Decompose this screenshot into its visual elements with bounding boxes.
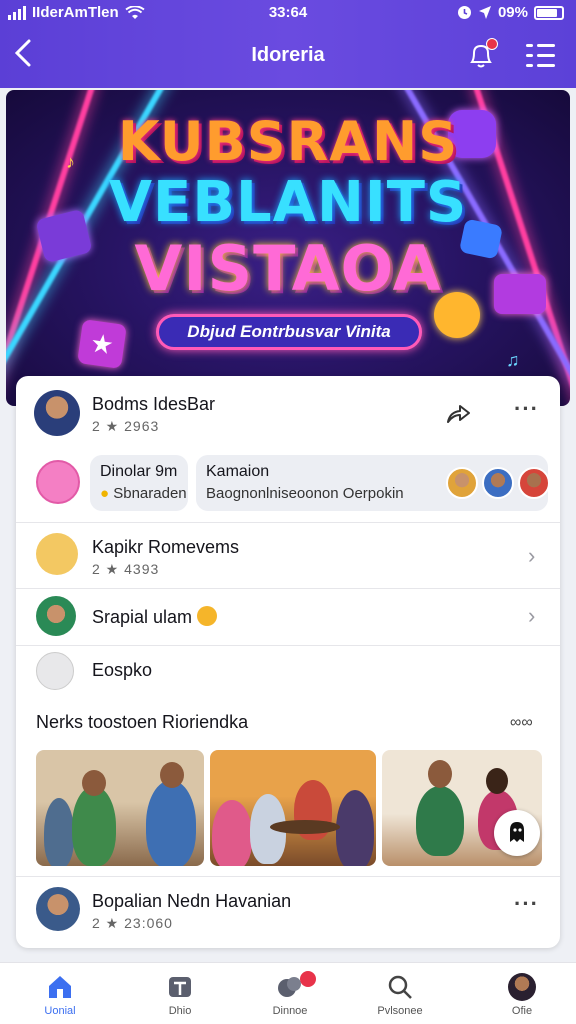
bottom-tab-bar: Uonial Dhio Dinnoe Pvlsonee Ofie <box>0 962 576 1024</box>
more-options-icon[interactable]: ··· <box>514 396 539 422</box>
chip-title: Dinolar 9m <box>100 463 178 480</box>
more-options-icon[interactable]: ··· <box>514 891 539 917</box>
feed-card: Bodms IdesBar 2 ★ 2963 ··· Dinolar 9m ● … <box>16 376 560 948</box>
chip-card[interactable]: Dinolar 9m ● Sbnaraden <box>90 455 188 511</box>
section-title: Nerks toostoen Rioriendka <box>36 712 249 732</box>
banner-line-1: KUBSRANS <box>117 110 459 173</box>
post-header[interactable]: Bodms IdesBar 2 ★ 2963 ··· <box>16 376 560 446</box>
location-icon <box>478 6 491 19</box>
chip-subtitle: Baognonlniseoonon Oerpokin <box>206 485 404 502</box>
avatar <box>36 533 78 575</box>
emoji-icon: ● <box>100 485 110 502</box>
post-author: Bodms IdesBar <box>92 394 216 414</box>
tab-label: Dinnoe <box>272 1005 308 1017</box>
post-meta: 2 ★ 2963 <box>92 418 160 434</box>
banner-cta-pill[interactable]: Dbjud Eontrbusvar Vinita <box>156 314 422 350</box>
avatar <box>36 887 80 931</box>
tab-label: Dhio <box>168 1005 192 1017</box>
floating-action-button[interactable] <box>494 810 540 856</box>
smiley-icon <box>197 606 218 626</box>
tab-chat[interactable]: Dinnoe <box>250 969 330 1021</box>
photo-thumbnail[interactable] <box>210 750 376 866</box>
chip-subtitle: ● Sbnaraden <box>100 485 187 502</box>
photo-icon <box>169 977 191 997</box>
chevron-right-icon: › <box>528 543 536 568</box>
avatar <box>518 467 550 499</box>
tab-label: Ofie <box>511 1005 533 1017</box>
notification-badge <box>300 971 316 987</box>
banner-line-2: VEBLANITS <box>108 170 468 235</box>
promo-banner[interactable]: ★ ♪ ♫ KUBSRANS VEBLANITS VISTAOA Dbjud E… <box>6 90 570 406</box>
list-item-title: Kapikr Romevems <box>92 537 240 557</box>
avatar <box>36 652 74 690</box>
tab-search[interactable]: Pvlsonee <box>360 969 440 1021</box>
profile-icon <box>508 973 536 1001</box>
list-item[interactable]: Kapikr Romevems 2 ★ 4393 › <box>16 523 560 587</box>
battery-icon <box>534 5 564 20</box>
avatar <box>36 460 80 504</box>
list-item[interactable]: Eospko <box>16 646 560 696</box>
post-meta: 2 ★ 23:060 <box>92 915 173 931</box>
photo-thumbnail[interactable] <box>36 750 204 866</box>
section-more-button[interactable]: ∞∞ <box>510 714 533 732</box>
tab-home[interactable]: Uonial <box>20 969 100 1021</box>
notification-badge <box>486 38 498 50</box>
list-item-meta: 2 ★ 4393 <box>92 561 160 577</box>
tab-profile[interactable]: Ofie <box>482 969 562 1021</box>
chip-title: Kamaion <box>206 463 270 480</box>
post-header[interactable]: Bopalian Nedn Havanian 2 ★ 23:060 ··· <box>16 877 560 947</box>
tab-label: Uonial <box>44 1005 76 1017</box>
list-item-title: Eospko <box>92 660 153 680</box>
avatar <box>446 467 478 499</box>
tab-label: Pvlsonee <box>377 1005 423 1017</box>
alarm-icon <box>457 6 471 19</box>
menu-button[interactable] <box>526 42 556 70</box>
list-item-title: Srapial ulam <box>92 606 218 628</box>
tab-photo[interactable]: Dhio <box>140 969 220 1021</box>
star-card-icon: ★ <box>77 319 127 369</box>
share-icon <box>447 405 470 423</box>
search-icon <box>388 975 412 999</box>
avatar <box>36 596 76 636</box>
post-author: Bopalian Nedn Havanian <box>92 891 292 911</box>
list-item[interactable]: Srapial ulam › <box>16 589 560 645</box>
home-icon <box>49 976 71 998</box>
chevron-right-icon: › <box>528 603 536 628</box>
share-button[interactable] <box>444 400 474 428</box>
notifications-button[interactable] <box>466 38 498 72</box>
ghost-icon <box>510 822 524 842</box>
battery-percent: 09% <box>497 4 528 21</box>
status-bar: IIderAmTlen 33:64 09% <box>0 0 576 28</box>
avatar <box>34 390 80 436</box>
top-bar: IIderAmTlen 33:64 09% Idoreria <box>0 0 576 88</box>
banner-line-3: VISTAOA <box>134 232 442 305</box>
avatar <box>482 467 514 499</box>
music-note-icon: ♫ <box>506 350 520 370</box>
